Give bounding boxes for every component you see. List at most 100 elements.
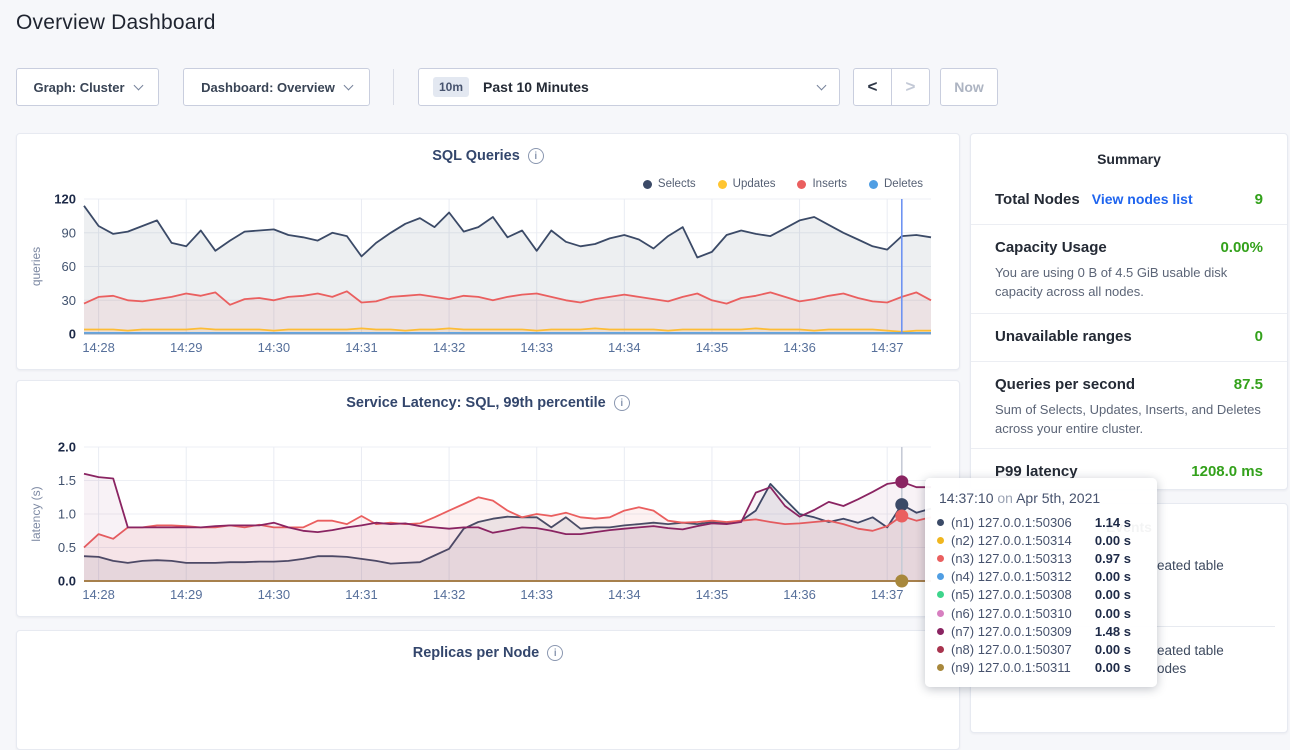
sql-queries-card: SQL Queries i SelectsUpdatesInsertsDelet… bbox=[16, 133, 960, 370]
dashboard-dropdown[interactable]: Dashboard: Overview bbox=[183, 68, 370, 106]
y-tick-label: 30 bbox=[62, 293, 76, 308]
node-color-dot-icon bbox=[937, 537, 944, 544]
x-tick-label: 14:32 bbox=[433, 587, 466, 602]
x-tick-label: 14:29 bbox=[170, 340, 203, 355]
graph-dropdown[interactable]: Graph: Cluster bbox=[16, 68, 159, 106]
x-tick-label: 14:37 bbox=[871, 587, 904, 602]
x-tick-label: 14:32 bbox=[433, 340, 466, 355]
chevron-down-icon bbox=[817, 80, 827, 90]
tooltip-node-value: 0.00 s bbox=[1095, 660, 1131, 675]
p99-latency-value: 1208.0 ms bbox=[1191, 463, 1263, 480]
y-tick-label: 0.5 bbox=[58, 540, 76, 555]
capacity-usage-description: You are using 0 B of 4.5 GiB usable disk… bbox=[995, 264, 1263, 301]
tooltip-row: (n3) 127.0.0.1:503130.97 s bbox=[937, 549, 1145, 567]
tooltip-node-value: 0.00 s bbox=[1095, 533, 1131, 548]
time-range-dropdown[interactable]: 10m Past 10 Minutes bbox=[418, 68, 840, 106]
tooltip-node-address: (n7) 127.0.0.1:50309 bbox=[951, 624, 1072, 639]
y-tick-label: 0.0 bbox=[58, 574, 76, 589]
y-tick-label: 90 bbox=[62, 225, 76, 240]
tooltip-node-address: (n6) 127.0.0.1:50310 bbox=[951, 606, 1072, 621]
node-color-dot-icon bbox=[937, 591, 944, 598]
service-latency-card: Service Latency: SQL, 99th percentile i … bbox=[16, 380, 960, 617]
tooltip-node-address: (n5) 127.0.0.1:50308 bbox=[951, 587, 1072, 602]
tooltip-node-value: 0.00 s bbox=[1095, 642, 1131, 657]
time-step-arrows: < > bbox=[853, 68, 930, 106]
unavailable-ranges-row: Unavailable ranges 0 bbox=[971, 314, 1287, 362]
queries-per-second-row: Queries per second 87.5 Sum of Selects, … bbox=[971, 362, 1287, 449]
tooltip-node-address: (n3) 127.0.0.1:50313 bbox=[951, 551, 1072, 566]
unavailable-ranges-label: Unavailable ranges bbox=[995, 328, 1132, 345]
chevron-down-icon bbox=[343, 80, 353, 90]
y-tick-label: 1.0 bbox=[58, 507, 76, 522]
tooltip-row: (n7) 127.0.0.1:50309 1.48 s bbox=[937, 622, 1145, 640]
queries-per-second-label: Queries per second bbox=[995, 376, 1135, 393]
node-color-dot-icon bbox=[937, 664, 944, 671]
node-color-dot-icon bbox=[937, 519, 944, 526]
summary-title: Summary bbox=[971, 134, 1287, 167]
capacity-usage-label: Capacity Usage bbox=[995, 239, 1107, 256]
tooltip-row: (n2) 127.0.0.1:50314 0.00 s bbox=[937, 531, 1145, 549]
tooltip-row: (n8) 127.0.0.1:50307 0.00 s bbox=[937, 640, 1145, 658]
y-tick-label: 0 bbox=[69, 327, 76, 342]
x-tick-label: 14:36 bbox=[783, 340, 816, 355]
y-tick-label: 120 bbox=[54, 192, 76, 207]
x-tick-label: 14:34 bbox=[608, 340, 641, 355]
x-tick-label: 14:35 bbox=[696, 340, 729, 355]
divider bbox=[393, 69, 394, 105]
tooltip-node-value: 1.48 s bbox=[1095, 624, 1131, 639]
x-tick-label: 14:37 bbox=[871, 340, 904, 355]
chart-hover-tooltip: 14:37:10 on Apr 5th, 2021 (n1) 127.0.0.1… bbox=[925, 478, 1157, 687]
queries-per-second-value: 87.5 bbox=[1234, 376, 1263, 393]
chevron-right-icon: > bbox=[906, 77, 916, 97]
y-tick-label: 2.0 bbox=[58, 440, 76, 455]
page-title: Overview Dashboard bbox=[16, 11, 216, 35]
tooltip-node-address: (n2) 127.0.0.1:50314 bbox=[951, 533, 1072, 548]
time-next-button[interactable]: > bbox=[891, 68, 930, 106]
node-color-dot-icon bbox=[937, 555, 944, 562]
unavailable-ranges-value: 0 bbox=[1255, 328, 1263, 345]
x-tick-label: 14:33 bbox=[520, 340, 553, 355]
x-tick-label: 14:30 bbox=[258, 340, 291, 355]
service-latency-chart[interactable]: 14:2814:2914:3014:3114:3214:3314:3414:35… bbox=[17, 381, 961, 618]
tooltip-node-value: 0.00 s bbox=[1095, 606, 1131, 621]
event-row-text: eated table bbox=[1157, 643, 1224, 658]
node-color-dot-icon bbox=[937, 628, 944, 635]
tooltip-node-address: (n8) 127.0.0.1:50307 bbox=[951, 642, 1072, 657]
total-nodes-value: 9 bbox=[1255, 191, 1263, 208]
dashboard-controls: Graph: Cluster Dashboard: Overview 10m P… bbox=[16, 68, 998, 106]
sql-queries-chart[interactable]: 14:28 14:29 14:30 14:31 14:32 14:33 14:34 14:35… bbox=[17, 134, 961, 371]
y-axis-label: latency (s) bbox=[29, 486, 43, 541]
tooltip-node-address: (n4) 127.0.0.1:50312 bbox=[951, 569, 1072, 584]
dashboard-dropdown-label: Dashboard: Overview bbox=[201, 80, 335, 95]
tooltip-on-word: on bbox=[997, 490, 1013, 506]
tooltip-row: (n9) 127.0.0.1:50311 0.00 s bbox=[937, 659, 1145, 677]
view-nodes-list-link[interactable]: View nodes list bbox=[1092, 191, 1193, 207]
now-button[interactable]: Now bbox=[940, 68, 998, 106]
tooltip-node-value: 0.00 s bbox=[1095, 587, 1131, 602]
y-tick-label: 60 bbox=[62, 259, 76, 274]
total-nodes-row: Total Nodes View nodes list 9 bbox=[971, 167, 1287, 225]
x-tick-label: 14:35 bbox=[696, 587, 729, 602]
event-row-text: eated table bbox=[1157, 558, 1224, 573]
node-color-dot-icon bbox=[937, 573, 944, 580]
tooltip-node-value: 0.00 s bbox=[1095, 569, 1131, 584]
x-tick-label: 14:28 bbox=[82, 340, 115, 355]
replicas-per-node-card: Replicas per Node i bbox=[16, 630, 960, 750]
graph-dropdown-label: Graph: Cluster bbox=[33, 80, 124, 95]
queries-per-second-description: Sum of Selects, Updates, Inserts, and De… bbox=[995, 401, 1263, 438]
x-tick-label: 14:29 bbox=[170, 587, 203, 602]
tooltip-node-address: (n9) 127.0.0.1:50311 bbox=[951, 660, 1071, 675]
time-range-label: Past 10 Minutes bbox=[483, 79, 589, 95]
capacity-usage-row: Capacity Usage 0.00% You are using 0 B o… bbox=[971, 225, 1287, 314]
tooltip-row: (n6) 127.0.0.1:50310 0.00 s bbox=[937, 604, 1145, 622]
tooltip-row: (n4) 127.0.0.1:50312 0.00 s bbox=[937, 568, 1145, 586]
time-range-badge: 10m bbox=[433, 77, 469, 97]
x-tick-label: 14:31 bbox=[345, 340, 378, 355]
time-prev-button[interactable]: < bbox=[853, 68, 892, 106]
info-icon[interactable]: i bbox=[547, 645, 563, 661]
x-tick-label: 14:30 bbox=[258, 587, 291, 602]
tooltip-timestamp: 14:37:10 on Apr 5th, 2021 bbox=[939, 490, 1145, 506]
tooltip-node-value: 1.14 s bbox=[1095, 515, 1131, 530]
event-row-text: odes bbox=[1157, 661, 1186, 676]
chevron-left-icon: < bbox=[868, 77, 878, 97]
